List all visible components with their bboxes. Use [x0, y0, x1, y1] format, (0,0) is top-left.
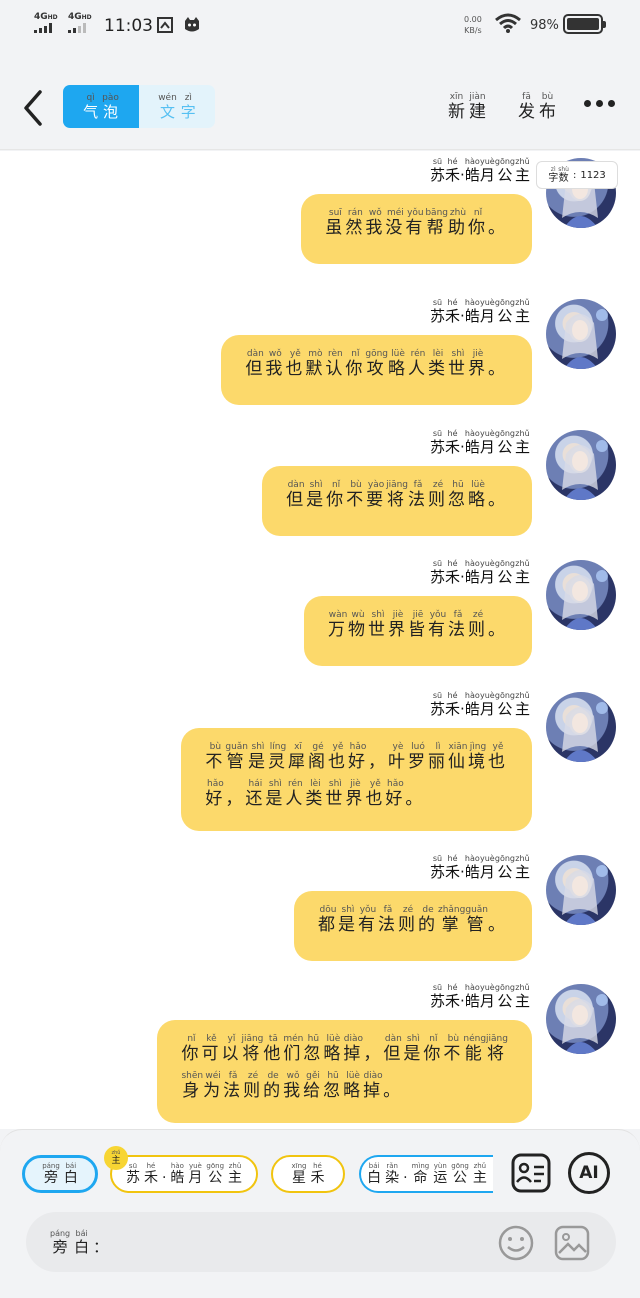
wifi-icon: [495, 13, 521, 33]
word-count-value: 1123: [580, 169, 606, 181]
mode-switch: 气qì泡pào 文wén字zì: [63, 85, 215, 128]
id-card-icon[interactable]: [510, 1152, 552, 1194]
emoji-icon[interactable]: [496, 1223, 536, 1263]
message-line: 但dàn是shì你nǐ不bù要yào将jiāng法fǎ则zé忽hū略lüè。: [286, 480, 508, 510]
avatar[interactable]: [546, 855, 616, 925]
network-type-2: 4G: [68, 12, 82, 22]
clock: 11:03: [104, 16, 153, 36]
more-icon[interactable]: [584, 100, 615, 107]
word-count-badge: 字zì数shù : 1123: [536, 161, 618, 189]
avatar[interactable]: [546, 430, 616, 500]
screenshot-icon: [157, 17, 173, 33]
avatar[interactable]: [546, 692, 616, 762]
role-chip-bai-ran[interactable]: 白bái染rǎn· 命mìng运yùn公gōng主zhǔ: [359, 1155, 493, 1193]
message-bubble[interactable]: 都dōu是shì有yǒu法fǎ则zé的de掌zhǎng管guǎn。: [293, 891, 532, 961]
message-line: 好hǎo， 还hái是shì人rén类lèi世shì界jiè也yě好hǎo。: [205, 779, 426, 809]
ai-button[interactable]: AI: [568, 1152, 610, 1194]
signal-1: 4GHD: [34, 12, 58, 33]
message-line: 身shēn为wéi法fǎ则zé的de我wǒ给gěi忽hū略lüè掉diào。: [181, 1071, 404, 1101]
speaker-name: 苏sū禾hé· 皓hào月yuè公gōng主zhǔ: [430, 559, 530, 586]
word-count-label: 字zì数shù: [548, 166, 569, 184]
message-line: 不bù管guǎn是shì灵líng犀xī阁gé也yě好hǎo， 叶yè罗luó丽…: [205, 742, 508, 772]
bottom-panel: 旁páng白bái 主zhǔ 苏sū禾hé· 皓hào月yuè公gōng主zhǔ…: [0, 1129, 640, 1298]
message-input[interactable]: 旁páng白bái：: [26, 1212, 616, 1272]
top-bar: 气qì泡pào 文wén字zì 新xīn建jiàn 发fā布bù: [0, 52, 640, 150]
avatar[interactable]: [546, 560, 616, 630]
message-bubble[interactable]: 但dàn是shì你nǐ不bù要yào将jiāng法fǎ则zé忽hū略lüè。: [262, 466, 532, 536]
message-bubble[interactable]: 你nǐ可kě以yǐ将jiāng他tā们mén忽hū略lüè掉diào， 但dàn…: [157, 1020, 532, 1123]
avatar[interactable]: [546, 299, 616, 369]
speaker-name: 苏sū禾hé· 皓hào月yuè公gōng主zhǔ: [430, 983, 530, 1010]
ai-label: AI: [579, 1163, 599, 1183]
avatar[interactable]: [546, 984, 616, 1054]
main-role-badge: 主zhǔ: [104, 1146, 128, 1170]
tab-bubble[interactable]: 气qì泡pào: [63, 85, 139, 128]
input-speaker-prefix: 旁páng白bái：: [50, 1229, 109, 1256]
battery-icon: [563, 14, 606, 34]
network-type-1: 4G: [34, 12, 48, 22]
publish-button[interactable]: 发fā布bù: [516, 92, 558, 122]
speaker-name: 苏sū禾hé· 皓hào月yuè公gōng主zhǔ: [430, 691, 530, 718]
new-button[interactable]: 新xīn建jiàn: [446, 92, 488, 122]
network-speed: 0.00 KB/s: [464, 15, 482, 35]
message-line: 万wàn物wù世shì界jiè皆jiē有yǒu法fǎ则zé。: [328, 610, 508, 640]
message-line: 虽suī然rán我wǒ没méi有yǒu帮bāng助zhù你nǐ。: [325, 208, 508, 238]
message-bubble[interactable]: 虽suī然rán我wǒ没méi有yǒu帮bāng助zhù你nǐ。: [301, 194, 532, 264]
battery-percent: 98%: [530, 18, 559, 33]
tab-text[interactable]: 文wén字zì: [139, 85, 215, 128]
role-chip-narration[interactable]: 旁páng白bái: [22, 1155, 98, 1193]
message-bubble[interactable]: 万wàn物wù世shì界jiè皆jiē有yǒu法fǎ则zé。: [304, 596, 532, 666]
speaker-name: 苏sū禾hé· 皓hào月yuè公gōng主zhǔ: [430, 157, 530, 184]
back-arrow-icon[interactable]: [18, 88, 50, 128]
message-line: 都dōu是shì有yǒu法fǎ则zé的de掌zhǎng管guǎn。: [317, 905, 508, 935]
status-bar: 4GHD 4GHD 11:03 0.00 KB/s 98%: [0, 0, 640, 52]
image-icon[interactable]: [552, 1223, 592, 1263]
speaker-name: 苏sū禾hé· 皓hào月yuè公gōng主zhǔ: [430, 854, 530, 881]
signal-2: 4GHD: [68, 12, 92, 33]
speaker-name: 苏sū禾hé· 皓hào月yuè公gōng主zhǔ: [430, 429, 530, 456]
message-line: 你nǐ可kě以yǐ将jiāng他tā们mén忽hū略lüè掉diào， 但dàn…: [181, 1034, 508, 1064]
message-line: 但dàn我wǒ也yě默mò认rèn你nǐ攻gōng略lüè人rén类lèi世sh…: [245, 349, 508, 379]
speaker-name: 苏sū禾hé· 皓hào月yuè公gōng主zhǔ: [430, 298, 530, 325]
role-chip-su-he[interactable]: 苏sū禾hé· 皓hào月yuè公gōng主zhǔ: [110, 1155, 258, 1193]
role-chip-xing-he[interactable]: 星xīng禾hé: [271, 1155, 345, 1193]
chat-area[interactable]: 苏sū禾hé· 皓hào月yuè公gōng主zhǔ 虽suī然rán我wǒ没méi…: [0, 151, 640, 1129]
cat-app-icon: [185, 17, 199, 32]
message-bubble[interactable]: 但dàn我wǒ也yě默mò认rèn你nǐ攻gōng略lüè人rén类lèi世sh…: [221, 335, 532, 405]
message-bubble[interactable]: 不bù管guǎn是shì灵líng犀xī阁gé也yě好hǎo， 叶yè罗luó丽…: [181, 728, 532, 831]
